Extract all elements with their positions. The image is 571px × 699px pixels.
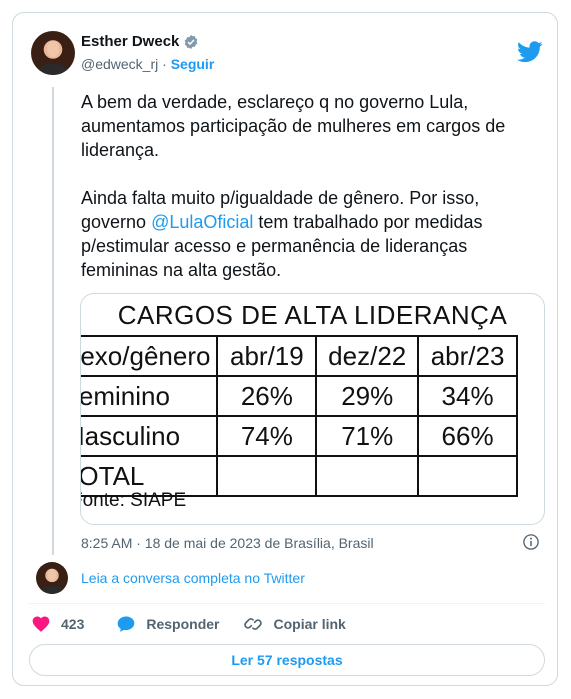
like-count: 423 <box>61 616 85 632</box>
mention-link[interactable]: @LulaOficial <box>151 212 253 232</box>
reply-label: Responder <box>146 616 220 632</box>
author-name[interactable]: Esther Dweck <box>81 33 179 50</box>
table-cell: 74% <box>216 415 318 457</box>
tweet-embed-card: Esther Dweck @edweck_rj · Seguir A bem d… <box>12 12 558 686</box>
table-row: Feminino 26% 29% 34% <box>81 375 518 417</box>
heart-icon <box>32 616 50 632</box>
table-cell: 26% <box>216 375 318 417</box>
handle-separator: · <box>162 56 167 72</box>
verified-badge-icon <box>185 34 198 49</box>
table-header-row: Sexo/gênero abr/19 dez/22 abr/23 <box>81 335 518 377</box>
copy-link-button[interactable]: Copiar link <box>243 614 346 634</box>
table-cell <box>315 455 420 497</box>
table-cell <box>417 455 518 497</box>
tweet-timestamp[interactable]: 8:25 AM · 18 de mai de 2023 de Brasília,… <box>81 535 374 551</box>
table-cell <box>216 455 318 497</box>
table-header-cell: abr/23 <box>417 335 518 377</box>
copy-link-label: Copiar link <box>273 616 346 632</box>
follow-button[interactable]: Seguir <box>171 56 215 72</box>
table-header-cell: abr/19 <box>216 335 318 377</box>
image-table-title: CARGOS DE ALTA LIDERANÇA <box>117 300 508 330</box>
divider <box>29 603 545 604</box>
image-table: Sexo/gênero abr/19 dez/22 abr/23 Feminin… <box>81 335 518 497</box>
table-cell: 66% <box>417 415 518 457</box>
table-header-cell: Sexo/gênero <box>81 335 219 377</box>
tweet-text-part1: A bem da verdade, esclareço q no governo… <box>81 92 506 232</box>
author-avatar[interactable] <box>31 31 75 75</box>
image-source-note: Fonte: SIAPE <box>80 490 187 511</box>
link-icon <box>244 618 263 630</box>
like-button[interactable]: 423 <box>31 614 84 634</box>
info-icon[interactable] <box>522 533 540 551</box>
table-cell: 71% <box>315 415 420 457</box>
thread-avatar[interactable] <box>36 562 68 594</box>
reply-icon <box>118 616 135 632</box>
read-replies-button[interactable]: Ler 57 respostas <box>29 644 545 676</box>
table-row: Masculino 74% 71% 66% <box>81 415 518 457</box>
table-cell: 29% <box>315 375 420 417</box>
reply-button[interactable]: Responder <box>116 614 219 634</box>
read-conversation-link[interactable]: Leia a conversa completa no Twitter <box>81 570 305 586</box>
table-cell: Feminino <box>81 375 219 417</box>
table-header-cell: dez/22 <box>315 335 420 377</box>
tweet-image[interactable]: CARGOS DE ALTA LIDERANÇA Sexo/gênero abr… <box>80 293 545 525</box>
author-name-row: Esther Dweck <box>81 33 199 50</box>
author-handle[interactable]: @edweck_rj <box>81 56 158 72</box>
action-bar: 423 Responder Copiar link <box>31 614 346 634</box>
tweet-text: A bem da verdade, esclareço q no governo… <box>81 90 541 282</box>
thread-connector-line <box>52 87 54 555</box>
table-cell: 34% <box>417 375 518 417</box>
table-cell: Masculino <box>81 415 219 457</box>
twitter-bird-icon[interactable] <box>517 41 543 63</box>
author-handle-row: @edweck_rj · Seguir <box>81 56 214 72</box>
